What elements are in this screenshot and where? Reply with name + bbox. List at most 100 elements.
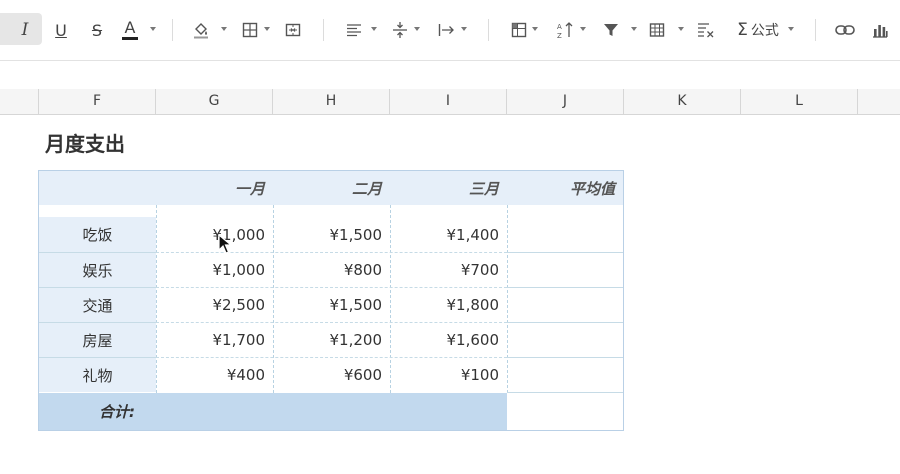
text-wrap-icon xyxy=(438,24,454,36)
fill-color-icon xyxy=(194,23,208,39)
table-cell[interactable]: ¥2,500 xyxy=(156,288,273,322)
formula-bar[interactable] xyxy=(0,61,900,90)
filter-button[interactable] xyxy=(599,14,623,46)
table-header-corner[interactable] xyxy=(39,171,156,205)
align-dropdown-caret[interactable] xyxy=(371,27,377,31)
average-cell[interactable] xyxy=(507,253,623,287)
font-color-button[interactable]: A xyxy=(116,14,144,46)
vertical-align-dropdown-caret[interactable] xyxy=(414,27,420,31)
table-cell[interactable]: ¥1,500 xyxy=(273,288,390,322)
sort-dropdown-caret[interactable] xyxy=(580,27,586,31)
total-row[interactable]: 合计: xyxy=(39,393,507,430)
table-header-cell[interactable]: 一月 xyxy=(156,171,273,205)
vertical-align-icon xyxy=(393,22,407,38)
table-button[interactable] xyxy=(645,14,669,46)
column-header-l[interactable]: L xyxy=(741,89,858,114)
gridline xyxy=(39,357,156,358)
table-cell[interactable]: ¥1,000 xyxy=(156,217,273,252)
total-label: 合计: xyxy=(99,403,135,421)
link-button[interactable] xyxy=(832,14,858,46)
fill-color-dropdown-caret[interactable] xyxy=(221,27,227,31)
column-header-j[interactable]: J xyxy=(507,89,624,114)
gridline xyxy=(507,205,508,393)
column-header-k[interactable]: K xyxy=(624,89,741,114)
table-cell[interactable]: ¥100 xyxy=(390,358,507,392)
table-cell[interactable]: ¥700 xyxy=(390,253,507,287)
svg-text:A: A xyxy=(557,23,562,31)
average-cell[interactable] xyxy=(507,323,623,357)
column-header-h[interactable]: H xyxy=(273,89,390,114)
borders-icon xyxy=(242,22,258,38)
merge-cells-icon xyxy=(285,23,301,37)
table-cell[interactable]: ¥400 xyxy=(156,358,273,392)
row-label[interactable]: 礼物 xyxy=(39,358,156,392)
chart-button[interactable] xyxy=(868,14,892,46)
gridline xyxy=(507,357,623,358)
gridline xyxy=(39,287,156,288)
text-wrap-button[interactable] xyxy=(435,14,459,46)
row-label[interactable]: 房屋 xyxy=(39,323,156,357)
borders-button[interactable] xyxy=(238,14,262,46)
svg-text:Z: Z xyxy=(557,32,562,39)
column-header-f[interactable]: F xyxy=(39,89,156,114)
italic-button[interactable]: I xyxy=(10,14,40,46)
merge-cells-button[interactable] xyxy=(281,14,305,46)
chart-icon xyxy=(873,25,888,38)
freeze-icon xyxy=(511,22,527,38)
sheet-title[interactable]: 月度支出 xyxy=(45,128,125,157)
column-header-partial[interactable] xyxy=(858,89,900,114)
fill-color-button[interactable] xyxy=(188,14,214,46)
clear-format-button[interactable] xyxy=(694,14,718,46)
row-label[interactable]: 娱乐 xyxy=(39,253,156,287)
table-header-cell[interactable]: 三月 xyxy=(390,171,507,205)
font-color-icon: A xyxy=(124,18,136,37)
gridline xyxy=(273,205,274,393)
table-cell[interactable]: ¥1,400 xyxy=(390,217,507,252)
average-cell[interactable] xyxy=(507,288,623,322)
gridline xyxy=(156,287,507,288)
sum-dropdown-caret[interactable] xyxy=(788,27,794,31)
filter-dropdown-caret[interactable] xyxy=(631,27,637,31)
table-cell[interactable]: ¥800 xyxy=(273,253,390,287)
font-color-dropdown-caret[interactable] xyxy=(150,27,156,31)
column-header-g[interactable]: G xyxy=(156,89,273,114)
gridline xyxy=(507,322,623,323)
table-cell[interactable]: ¥1,800 xyxy=(390,288,507,322)
font-color-swatch xyxy=(122,37,138,40)
freeze-dropdown-caret[interactable] xyxy=(532,27,538,31)
average-cell[interactable] xyxy=(507,217,623,252)
table-cell[interactable]: ¥600 xyxy=(273,358,390,392)
table-dropdown-caret[interactable] xyxy=(678,27,684,31)
table-cell[interactable]: ¥1,000 xyxy=(156,253,273,287)
table-cell[interactable]: ¥1,200 xyxy=(273,323,390,357)
gridline xyxy=(390,205,391,393)
total-average-cell[interactable] xyxy=(507,393,623,430)
sort-button[interactable]: AZ xyxy=(553,14,577,46)
freeze-button[interactable] xyxy=(507,14,531,46)
toolbar-separator xyxy=(323,19,324,41)
column-header-partial[interactable] xyxy=(0,89,39,114)
strikethrough-icon: S xyxy=(91,20,103,40)
strikethrough-button[interactable]: S xyxy=(84,14,110,46)
sum-button[interactable]: Σ 公式 xyxy=(732,14,784,46)
gridline xyxy=(39,322,156,323)
underline-button[interactable]: U xyxy=(48,14,74,46)
sort-icon: AZ xyxy=(557,22,573,39)
column-header-i[interactable]: I xyxy=(390,89,507,114)
mouse-cursor-icon xyxy=(218,233,233,258)
table-header-cell[interactable]: 二月 xyxy=(273,171,390,205)
average-cell[interactable] xyxy=(507,358,623,392)
filter-icon xyxy=(604,24,618,36)
row-label[interactable]: 吃饭 xyxy=(39,217,156,252)
vertical-align-button[interactable] xyxy=(388,14,412,46)
borders-dropdown-caret[interactable] xyxy=(264,27,270,31)
align-button[interactable] xyxy=(342,14,366,46)
table-cell[interactable]: ¥1,500 xyxy=(273,217,390,252)
table-cell[interactable]: ¥1,700 xyxy=(156,323,273,357)
toolbar-separator xyxy=(488,19,489,41)
expense-table: 一月 二月 三月 平均值 吃饭 ¥1,000 ¥1,500 ¥1,400 娱乐 … xyxy=(38,170,624,431)
table-header-cell[interactable]: 平均值 xyxy=(507,171,623,205)
row-label[interactable]: 交通 xyxy=(39,288,156,322)
text-wrap-dropdown-caret[interactable] xyxy=(461,27,467,31)
table-cell[interactable]: ¥1,600 xyxy=(390,323,507,357)
